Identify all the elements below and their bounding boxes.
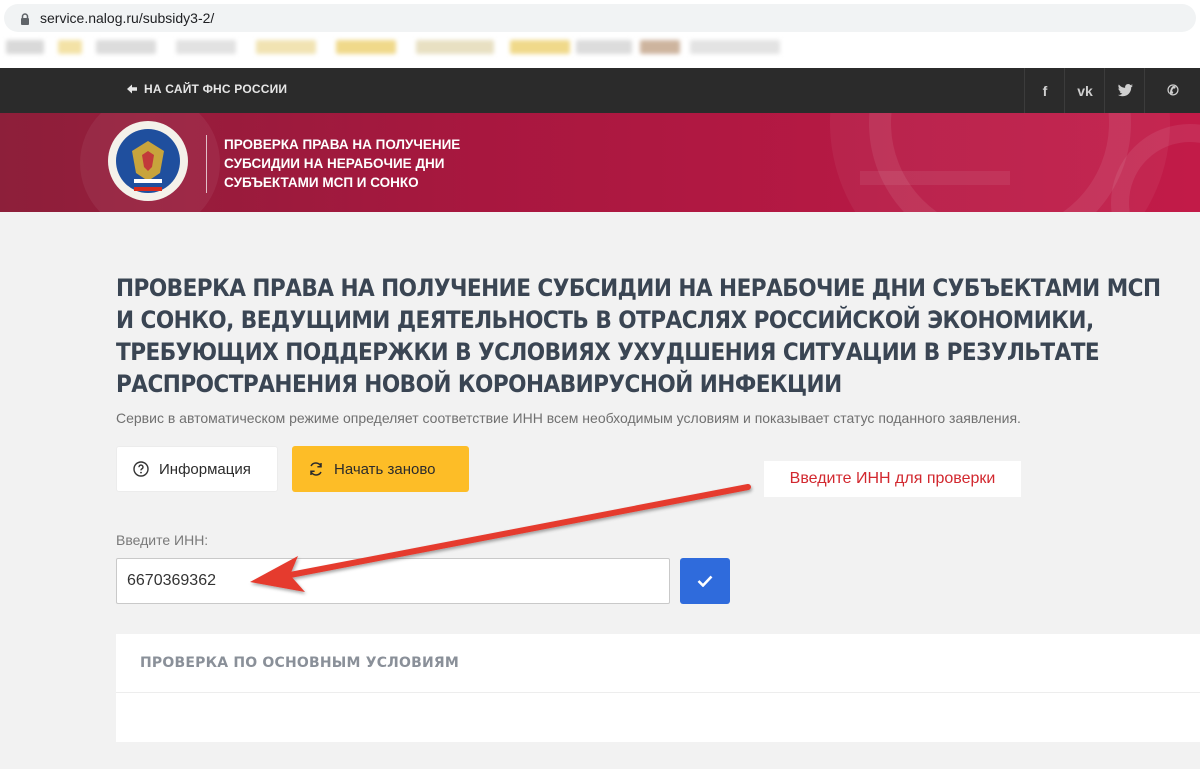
restart-button-label: Начать заново [334,460,436,478]
inn-hint-callout: Введите ИНН для проверки [764,461,1021,497]
question-circle-icon [133,461,149,477]
phone-link[interactable]: ✆ [1144,68,1200,113]
information-button-label: Информация [159,460,251,478]
inn-input[interactable] [116,558,670,604]
main-content: ПРОВЕРКА ПРАВА НА ПОЛУЧЕНИЕ СУБСИДИИ НА … [0,212,1200,769]
top-navigation: НА САЙТ ФНС РОССИИ f vk ✆ [0,68,1200,113]
back-to-fns-link[interactable]: НА САЙТ ФНС РОССИИ [126,82,287,96]
back-link-label: НА САЙТ ФНС РОССИИ [144,82,288,96]
refresh-icon [310,462,322,476]
page-title: ПРОВЕРКА ПРАВА НА ПОЛУЧЕНИЕ СУБСИДИИ НА … [116,274,1161,398]
panel-title: ПРОВЕРКА ПО ОСНОВНЫМ УСЛОВИЯМ [116,634,1200,693]
bookmarks-bar [0,36,1200,68]
vk-icon: vk [1077,82,1093,99]
banner-title-line-2: СУБСИДИИ НА НЕРАБОЧИЕ ДНИ [224,156,445,171]
phone-icon: ✆ [1167,82,1179,98]
banner-title: ПРОВЕРКА ПРАВА НА ПОЛУЧЕНИЕ СУБСИДИИ НА … [224,135,484,192]
twitter-icon [1117,84,1133,97]
basic-conditions-panel: ПРОВЕРКА ПО ОСНОВНЫМ УСЛОВИЯМ [116,634,1200,742]
vk-link[interactable]: vk [1064,68,1105,113]
lock-icon [21,13,29,25]
banner-separator [206,135,207,193]
information-button[interactable]: Информация [116,446,278,492]
browser-address-bar: service.nalog.ru/subsidy3-2/ [0,0,1200,36]
page-subtitle: Сервис в автоматическом режиме определяе… [116,410,1021,426]
fns-emblem-logo [108,121,188,201]
banner-title-line-1: ПРОВЕРКА ПРАВА НА ПОЛУЧЕНИЕ [224,137,461,152]
check-inn-button[interactable] [680,558,730,604]
inn-label: Введите ИНН: [116,532,209,548]
facebook-icon: f [1042,82,1048,99]
checkmark-icon [697,575,713,587]
restart-button[interactable]: Начать заново [292,446,469,492]
url-field[interactable]: service.nalog.ru/subsidy3-2/ [4,4,1196,32]
banner-title-line-3: СУБЪЕКТАМИ МСП И СОНКО [224,175,419,190]
twitter-link[interactable] [1104,68,1145,113]
url-text: service.nalog.ru/subsidy3-2/ [40,10,215,26]
header-banner: ПРОВЕРКА ПРАВА НА ПОЛУЧЕНИЕ СУБСИДИИ НА … [0,113,1200,212]
facebook-link[interactable]: f [1024,68,1065,113]
arrow-left-icon [127,84,137,94]
